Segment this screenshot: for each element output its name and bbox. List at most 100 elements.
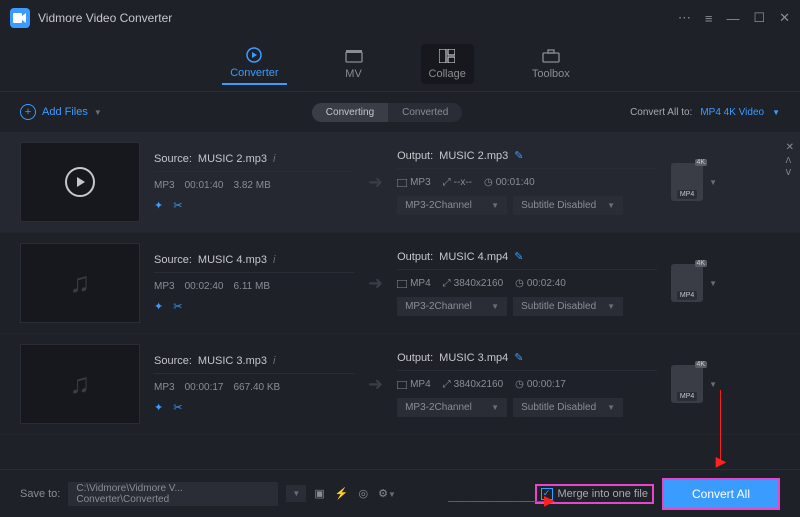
- settings-icon[interactable]: ⚙▼: [378, 487, 396, 500]
- annotation-arrow-vertical: ――――――――▶: [714, 390, 730, 464]
- open-folder-icon[interactable]: ▣: [314, 487, 324, 500]
- thumbnail[interactable]: [20, 142, 140, 222]
- titlebar: Vidmore Video Converter ⋯ ≡ — ☐ ✕: [0, 0, 800, 36]
- output-filename: MUSIC 4.mp4: [439, 251, 508, 263]
- out-duration: ◷ 00:02:40: [515, 278, 566, 289]
- format-badge-label: MP4: [677, 291, 697, 300]
- subtitle-select[interactable]: Subtitle Disabled▼: [513, 398, 623, 417]
- source-size: 3.82 MB: [234, 180, 271, 191]
- effects-icon[interactable]: ✦: [154, 199, 163, 212]
- move-down-icon[interactable]: ᐯ: [786, 168, 794, 177]
- chevron-down-icon: ▼: [709, 380, 717, 389]
- output-label: Output:: [397, 251, 433, 263]
- output-format-button[interactable]: 4K MP4 ▼: [671, 163, 717, 201]
- annotation-arrow-horizontal: ――――――――▶: [448, 492, 553, 509]
- music-icon: ♫: [70, 267, 91, 299]
- main-nav: Converter MV Collage Toolbox: [0, 36, 800, 92]
- convert-all-to[interactable]: Convert All to: MP4 4K Video ▼: [630, 107, 780, 118]
- list-item[interactable]: ♫ Source: MUSIC 3.mp3 i MP3 00:00:17 667…: [0, 334, 800, 435]
- source-format: MP3: [154, 382, 175, 393]
- app-logo: [10, 8, 30, 28]
- subtitle-select[interactable]: Subtitle Disabled▼: [513, 297, 623, 316]
- source-info: Source: MUSIC 4.mp3 i MP3 00:02:40 6.11 …: [154, 254, 354, 313]
- plus-icon: +: [20, 104, 36, 120]
- cut-icon[interactable]: ✂: [173, 401, 182, 414]
- hardware-accel-icon[interactable]: ⚡: [335, 487, 349, 500]
- remove-icon[interactable]: ✕: [786, 142, 794, 153]
- nav-toolbox[interactable]: Toolbox: [524, 44, 578, 84]
- output-info: Output: MUSIC 3.mp4 ✎ MP4 ⤢ 3840x2160 ◷ …: [397, 351, 657, 417]
- edit-icon[interactable]: ✎: [514, 149, 523, 162]
- output-format-button[interactable]: 4K MP4 ▼: [671, 365, 717, 403]
- thumbnail[interactable]: ♫: [20, 344, 140, 424]
- source-filename: MUSIC 4.mp3: [198, 254, 267, 266]
- high-speed-icon[interactable]: ◎: [358, 487, 368, 500]
- converter-icon: [245, 47, 263, 63]
- output-info: Output: MUSIC 2.mp3 ✎ MP3 ⤢ --x-- ◷ 00:0…: [397, 149, 657, 215]
- move-up-icon[interactable]: ᐱ: [786, 156, 794, 165]
- edit-icon[interactable]: ✎: [514, 351, 523, 364]
- maximize-icon[interactable]: ☐: [753, 10, 765, 26]
- cut-icon[interactable]: ✂: [173, 300, 182, 313]
- nav-collage-label: Collage: [429, 68, 466, 80]
- close-icon[interactable]: ✕: [779, 10, 790, 26]
- nav-mv[interactable]: MV: [337, 44, 371, 84]
- mv-icon: [345, 48, 363, 64]
- subtitle-select[interactable]: Subtitle Disabled▼: [513, 196, 623, 215]
- footer-tools: ▣ ⚡ ◎ ⚙▼: [314, 487, 396, 500]
- add-files-button[interactable]: + Add Files ▼: [20, 104, 102, 120]
- file-list: Source: MUSIC 2.mp3 i MP3 00:01:40 3.82 …: [0, 132, 800, 469]
- cut-icon[interactable]: ✂: [173, 199, 182, 212]
- audio-track-select[interactable]: MP3-2Channel▼: [397, 297, 507, 316]
- info-icon[interactable]: i: [273, 355, 275, 367]
- edit-icon[interactable]: ✎: [514, 250, 523, 263]
- output-info: Output: MUSIC 4.mp4 ✎ MP4 ⤢ 3840x2160 ◷ …: [397, 250, 657, 316]
- nav-mv-label: MV: [345, 68, 362, 80]
- tab-converting[interactable]: Converting: [312, 103, 388, 122]
- minimize-icon[interactable]: —: [726, 11, 739, 26]
- thumbnail[interactable]: ♫: [20, 243, 140, 323]
- effects-icon[interactable]: ✦: [154, 401, 163, 414]
- info-icon[interactable]: i: [273, 153, 275, 165]
- format-badge-label: MP4: [677, 392, 697, 401]
- nav-converter-label: Converter: [230, 67, 278, 79]
- save-path-field[interactable]: C:\Vidmore\Vidmore V... Converter\Conver…: [68, 482, 278, 506]
- chevron-down-icon: ▼: [94, 108, 102, 117]
- out-format: MP4: [397, 278, 431, 289]
- out-resolution: ⤢ 3840x2160: [443, 379, 504, 390]
- info-icon[interactable]: i: [273, 254, 275, 266]
- output-format-button[interactable]: 4K MP4 ▼: [671, 264, 717, 302]
- source-format: MP3: [154, 180, 175, 191]
- source-info: Source: MUSIC 3.mp3 i MP3 00:00:17 667.4…: [154, 355, 354, 414]
- save-path-value: C:\Vidmore\Vidmore V... Converter\Conver…: [76, 483, 270, 505]
- source-duration: 00:01:40: [185, 180, 224, 191]
- footer: Save to: C:\Vidmore\Vidmore V... Convert…: [0, 469, 800, 517]
- quality-badge: 4K: [695, 260, 708, 267]
- chevron-down-icon: ▼: [709, 178, 717, 187]
- path-dropdown[interactable]: ▼: [286, 485, 306, 502]
- arrow-icon: ➜: [368, 172, 383, 193]
- menu-icon[interactable]: ≡: [705, 11, 713, 26]
- audio-track-select[interactable]: MP3-2Channel▼: [397, 398, 507, 417]
- output-label: Output:: [397, 150, 433, 162]
- feedback-icon[interactable]: ⋯: [678, 10, 691, 26]
- source-format: MP3: [154, 281, 175, 292]
- out-resolution: ⤢ --x--: [443, 177, 472, 188]
- nav-collage[interactable]: Collage: [421, 44, 474, 84]
- titlebar-controls: ⋯ ≡ — ☐ ✕: [678, 10, 790, 26]
- convert-all-button[interactable]: Convert All: [662, 478, 780, 510]
- tab-converted[interactable]: Converted: [388, 103, 462, 122]
- list-item[interactable]: ♫ Source: MUSIC 4.mp3 i MP3 00:02:40 6.1…: [0, 233, 800, 334]
- titlebar-left: Vidmore Video Converter: [10, 8, 172, 28]
- out-resolution: ⤢ 3840x2160: [443, 278, 504, 289]
- collage-icon: [438, 48, 456, 64]
- format-badge-label: MP4: [677, 190, 697, 199]
- audio-track-select[interactable]: MP3-2Channel▼: [397, 196, 507, 215]
- quality-badge: 4K: [695, 361, 708, 368]
- nav-converter[interactable]: Converter: [222, 43, 286, 85]
- source-label: Source:: [154, 153, 192, 165]
- merge-label: Merge into one file: [558, 488, 649, 500]
- output-label: Output:: [397, 352, 433, 364]
- effects-icon[interactable]: ✦: [154, 300, 163, 313]
- list-item[interactable]: Source: MUSIC 2.mp3 i MP3 00:01:40 3.82 …: [0, 132, 800, 233]
